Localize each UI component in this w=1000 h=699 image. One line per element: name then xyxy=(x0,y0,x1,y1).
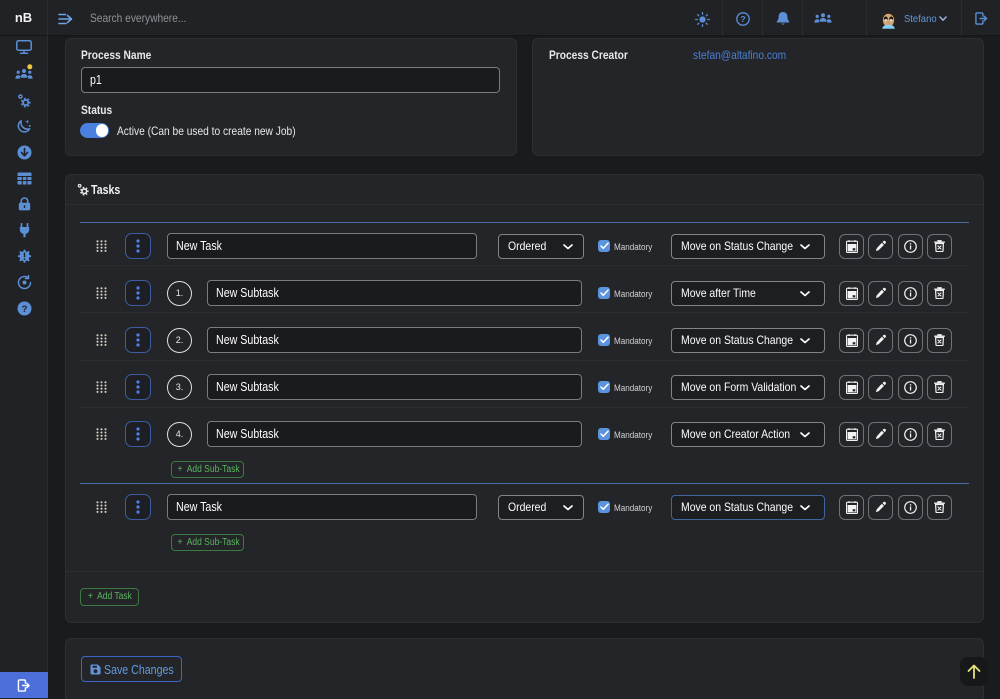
svg-text:?: ? xyxy=(21,304,27,315)
svg-text:?: ? xyxy=(740,14,745,24)
